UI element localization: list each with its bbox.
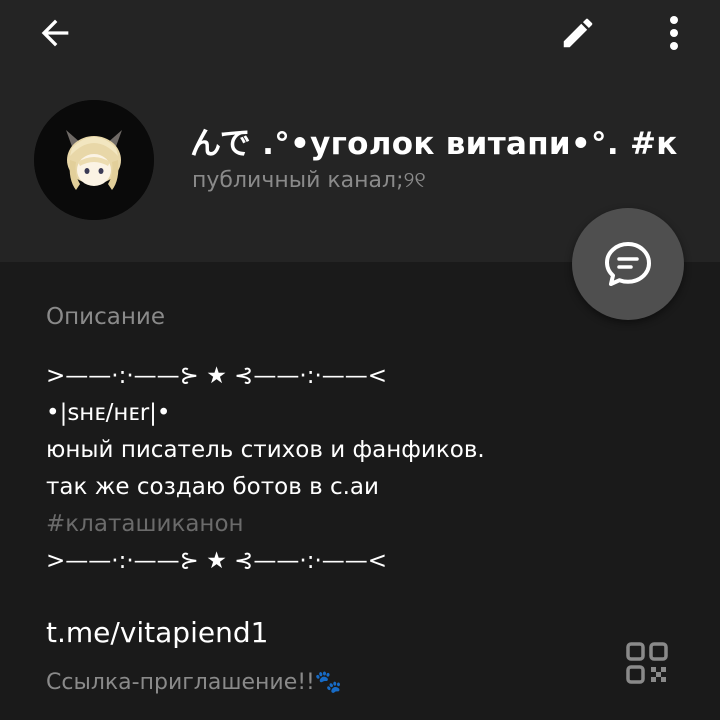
invite-link-label: Ссылка-приглашение!!🐾 bbox=[46, 670, 343, 695]
description-label: Описание bbox=[46, 304, 165, 330]
discussion-button[interactable] bbox=[572, 208, 684, 320]
back-button[interactable] bbox=[20, 8, 90, 58]
invite-link[interactable]: t.me/vitapiend1 bbox=[46, 616, 268, 649]
channel-info-screen: んで .°•уголок витапи•°. #к публичный кана… bbox=[0, 0, 720, 720]
description-line: так же создаю ботов в с.аи bbox=[46, 474, 379, 500]
description-line: >——·:·——⊱ ★ ⊰——·:·——< bbox=[46, 548, 388, 574]
more-vertical-icon bbox=[670, 16, 678, 50]
channel-avatar[interactable] bbox=[34, 100, 154, 220]
channel-title: んで .°•уголок витапи•°. #к bbox=[190, 126, 678, 162]
qr-code-button[interactable] bbox=[622, 638, 672, 688]
hashtag-link[interactable]: #клаташиканон bbox=[46, 506, 686, 543]
qr-code-icon bbox=[626, 642, 668, 684]
avatar-image bbox=[34, 100, 154, 220]
message-bubble-icon bbox=[605, 242, 651, 286]
arrow-left-icon bbox=[41, 19, 69, 47]
description-line: юный писатель стихов и фанфиков. bbox=[46, 437, 485, 463]
description-line: •|sʜᴇ/ʜᴇr|• bbox=[46, 400, 171, 426]
pencil-icon bbox=[563, 18, 593, 48]
more-options-button[interactable] bbox=[646, 8, 702, 58]
description-line: >——·:·——⊱ ★ ⊰——·:·——< bbox=[46, 363, 388, 389]
edit-button[interactable] bbox=[550, 8, 606, 58]
channel-description: >——·:·——⊱ ★ ⊰——·:·——< •|sʜᴇ/ʜᴇr|• юный п… bbox=[46, 358, 686, 580]
channel-subtitle: публичный канал;୨୧ bbox=[192, 168, 426, 193]
